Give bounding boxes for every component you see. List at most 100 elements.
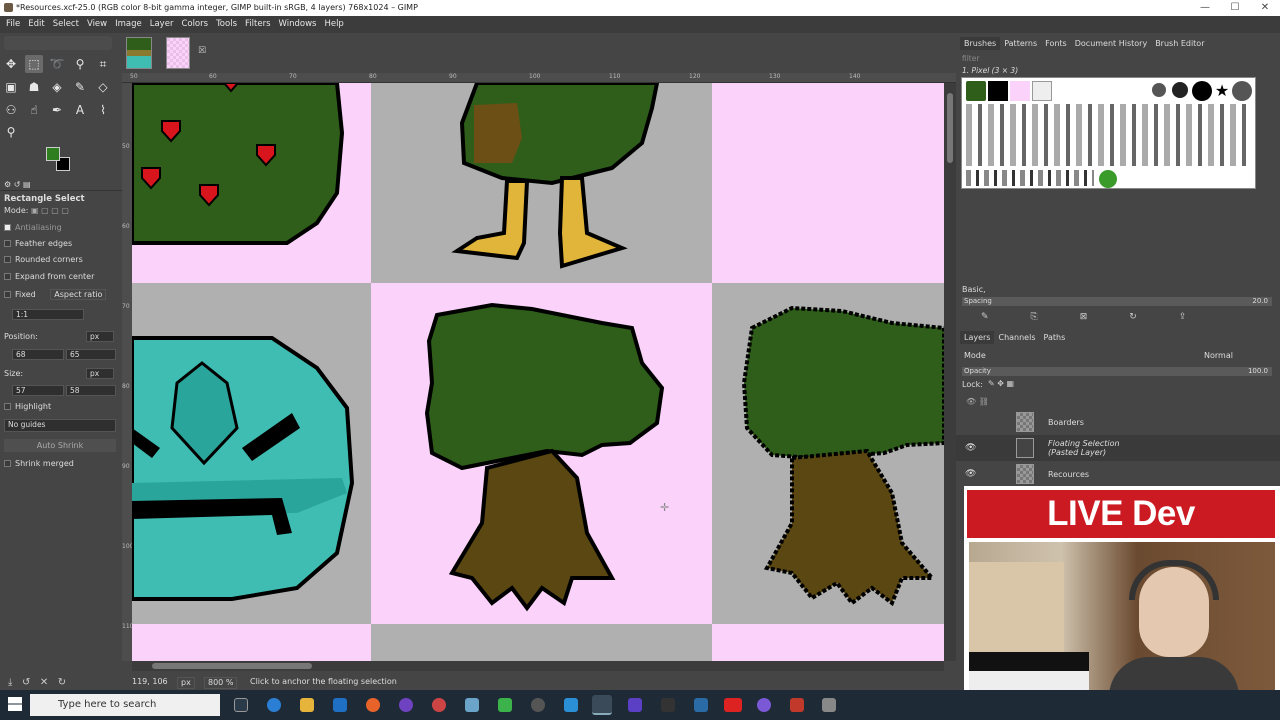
tab-brushes[interactable]: Brushes — [960, 37, 1001, 50]
menu-windows[interactable]: Windows — [275, 16, 321, 33]
app-icon[interactable] — [628, 698, 642, 712]
horizontal-scrollbar[interactable] — [132, 661, 944, 671]
tab-document-history[interactable]: Document History — [1071, 37, 1151, 50]
layer-mode-dropdown[interactable]: Normal — [1204, 351, 1233, 360]
brush-swatch[interactable] — [1192, 81, 1212, 101]
bucket-fill-icon[interactable]: ◈ — [48, 78, 66, 96]
app-icon[interactable] — [790, 698, 804, 712]
lock-icons[interactable]: ✎ ✥ ▦ — [988, 379, 1014, 388]
app-icon[interactable] — [465, 698, 479, 712]
horizontal-scroll-thumb[interactable] — [152, 663, 312, 669]
image-tab-resources[interactable] — [126, 37, 152, 69]
mail-icon[interactable] — [333, 698, 347, 712]
vertical-scroll-thumb[interactable] — [947, 93, 953, 163]
menu-view[interactable]: View — [83, 16, 111, 33]
aspect-dropdown[interactable]: Aspect ratio — [50, 289, 107, 300]
brush-swatch-star[interactable]: ★ — [1212, 81, 1232, 101]
tab-fonts[interactable]: Fonts — [1041, 37, 1071, 50]
edge-browser-icon[interactable] — [267, 698, 281, 712]
size-unit[interactable]: px — [86, 368, 114, 379]
brush-swatch[interactable] — [1010, 81, 1030, 101]
opacity-slider[interactable]: Opacity 100.0 — [962, 367, 1272, 376]
layer-name[interactable]: Recources — [1048, 470, 1089, 479]
auto-shrink-button[interactable]: Auto Shrink — [4, 439, 116, 452]
menu-edit[interactable]: Edit — [24, 16, 48, 33]
menu-colors[interactable]: Colors — [177, 16, 212, 33]
fixed-option[interactable]: Fixed Aspect ratio — [4, 289, 118, 300]
brush-swatch[interactable] — [988, 81, 1008, 101]
obs-icon[interactable] — [399, 698, 413, 712]
app-icon[interactable] — [694, 698, 708, 712]
highlight-checkbox[interactable] — [4, 403, 11, 410]
brush-texture-swatches[interactable] — [966, 170, 1094, 186]
eraser-tool-icon[interactable]: ◇ — [94, 78, 112, 96]
brush-grid[interactable]: ★ — [961, 77, 1256, 189]
path-tool-icon[interactable]: ✒ — [48, 101, 66, 119]
unit-dropdown[interactable]: px — [177, 677, 195, 689]
file-explorer-icon[interactable] — [300, 698, 314, 712]
taskbar-search-box[interactable]: Type here to search — [30, 694, 220, 716]
tab-channels[interactable]: Channels — [994, 331, 1039, 344]
rounded-option[interactable]: Rounded corners — [4, 255, 118, 264]
antialiasing-checkbox[interactable] — [4, 224, 11, 231]
brush-action-icons[interactable]: ✎⎘⊠↻⇪ — [981, 312, 1228, 322]
ratio-field[interactable]: 1:1 — [12, 309, 84, 320]
maximize-button[interactable]: ☐ — [1220, 0, 1250, 16]
brush-filter-input[interactable]: filter — [962, 54, 1272, 63]
feather-checkbox[interactable] — [4, 240, 11, 247]
position-y-field[interactable]: 65 — [66, 349, 116, 360]
brush-preset[interactable]: Basic, — [962, 285, 986, 294]
image-tab-second[interactable] — [166, 37, 190, 69]
menu-help[interactable]: Help — [320, 16, 347, 33]
color-picker-icon[interactable]: ⌇ — [94, 101, 112, 119]
tab-layers[interactable]: Layers — [960, 331, 995, 344]
close-window-button[interactable]: ✕ — [1250, 0, 1280, 16]
mode-buttons[interactable]: ▣ ▢ ▢ ▢ — [31, 206, 69, 215]
layer-row[interactable]: Boarders — [956, 409, 1280, 435]
layer-name[interactable]: Boarders — [1048, 418, 1084, 427]
brush-swatch[interactable] — [1172, 82, 1188, 98]
tool-options-tab-icon[interactable]: ⚙ ↺ ▤ — [4, 180, 31, 189]
shrink-merged-checkbox[interactable] — [4, 460, 11, 467]
fuzzy-select-icon[interactable]: ⚲ — [71, 55, 89, 73]
layer-row[interactable]: 👁 Recources — [956, 461, 1280, 487]
layer-name[interactable]: Floating Selection (Pasted Layer) — [1048, 439, 1120, 457]
wilber-drop-area[interactable] — [4, 36, 112, 50]
expand-checkbox[interactable] — [4, 273, 11, 280]
brush-swatch[interactable] — [1232, 81, 1252, 101]
shrink-merged-option[interactable]: Shrink merged — [4, 459, 118, 468]
app-icon[interactable] — [822, 698, 836, 712]
clone-tool-icon[interactable]: ⚇ — [2, 101, 20, 119]
tab-paths[interactable]: Paths — [1040, 331, 1070, 344]
text-tool-icon[interactable]: A — [71, 101, 89, 119]
app-icon[interactable] — [724, 698, 742, 712]
brush-swatch[interactable] — [1152, 83, 1166, 97]
move-tool-icon[interactable]: ✥ — [2, 55, 20, 73]
app-icon[interactable] — [531, 698, 545, 712]
menu-layer[interactable]: Layer — [146, 16, 178, 33]
position-x-field[interactable]: 68 — [12, 349, 64, 360]
size-h-field[interactable]: 58 — [66, 385, 116, 396]
tab-brush-editor[interactable]: Brush Editor — [1151, 37, 1208, 50]
minimize-button[interactable]: — — [1190, 0, 1220, 16]
zoom-dropdown[interactable]: 800 % — [204, 677, 238, 689]
brush-swatch[interactable] — [966, 81, 986, 101]
visibility-eye-icon[interactable]: 👁 — [965, 443, 976, 453]
lasso-tool-icon[interactable]: ➰ — [48, 55, 66, 73]
brush-texture-swatches[interactable] — [966, 104, 1251, 166]
image-canvas[interactable]: ✛ — [132, 83, 944, 661]
antialiasing-option[interactable]: Antialiasing — [4, 223, 118, 232]
rect-select-tool-icon[interactable]: ⬚ — [25, 55, 43, 73]
transform-tool-icon[interactable]: ▣ — [2, 78, 20, 96]
menu-filters[interactable]: Filters — [241, 16, 274, 33]
guides-dropdown[interactable]: No guides — [4, 419, 116, 432]
menu-file[interactable]: File — [2, 16, 24, 33]
rounded-checkbox[interactable] — [4, 256, 11, 263]
smudge-tool-icon[interactable]: ☝ — [25, 101, 43, 119]
tool-options-footer-icons[interactable]: ⤓ ↺ ✕ ↻ — [8, 677, 66, 688]
spacing-slider[interactable]: Spacing 20.0 — [962, 297, 1272, 306]
position-unit[interactable]: px — [86, 331, 114, 342]
warp-tool-icon[interactable]: ☗ — [25, 78, 43, 96]
brush-swatch[interactable] — [1032, 81, 1052, 101]
tab-patterns[interactable]: Patterns — [1000, 37, 1041, 50]
